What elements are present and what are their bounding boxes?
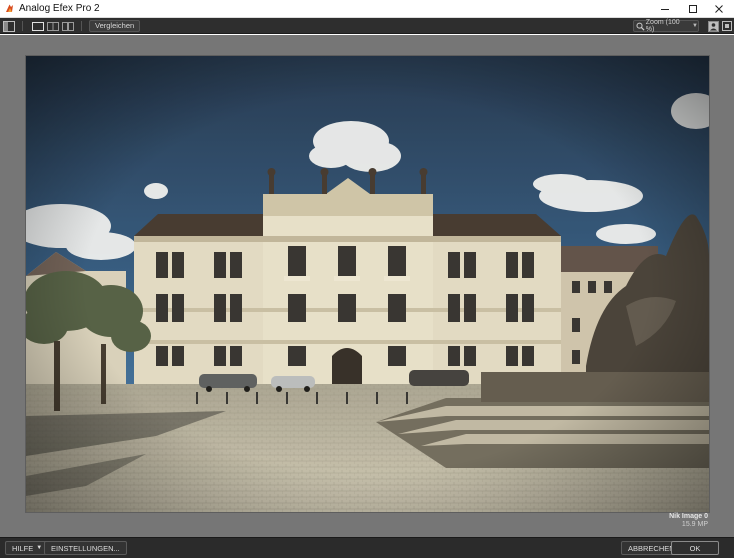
zoom-dropdown[interactable]: Zoom (100 %) ▼ (633, 19, 699, 33)
ok-button[interactable]: OK (671, 541, 719, 555)
compare-button[interactable]: Vergleichen (89, 20, 141, 32)
zoom-icon (636, 22, 645, 31)
chevron-down-icon: ▼ (692, 23, 698, 29)
minimize-button[interactable] (652, 0, 678, 18)
zoom-label: Zoom (100 %) (645, 19, 680, 33)
image-size-label: 15.9 MP (681, 521, 708, 528)
image-preview[interactable] (26, 56, 709, 512)
maximize-button[interactable] (680, 0, 706, 18)
window-title: Analog Efex Pro 2 (19, 3, 100, 14)
side-by-side-view-icon (61, 21, 74, 31)
help-button[interactable]: HILFE ▼ (5, 541, 50, 555)
history-button[interactable] (707, 20, 719, 32)
sidebar-toggle-icon (3, 20, 15, 32)
bottom-bar: HILFE ▼ EINSTELLUNGEN... ABBRECHEN OK (0, 537, 734, 558)
split-view-button[interactable] (46, 20, 59, 32)
toolbar-divider (81, 21, 82, 31)
toolbar: Vergleichen Zoom (100 %) ▼ (0, 18, 734, 34)
fullscreen-icon (721, 21, 732, 31)
chevron-down-icon: ▼ (36, 545, 43, 551)
sidebar-toggle-button[interactable] (3, 20, 15, 32)
photo-baroque-palace (26, 56, 709, 512)
side-by-side-view-button[interactable] (61, 20, 74, 32)
preview-canvas: Nik Image 0 15.9 MP (0, 35, 734, 537)
single-view-button[interactable] (31, 20, 44, 32)
split-view-icon (46, 21, 59, 31)
single-view-icon (31, 21, 44, 31)
settings-button[interactable]: EINSTELLUNGEN... (44, 541, 127, 555)
close-icon (715, 5, 723, 13)
close-button[interactable] (706, 0, 732, 18)
minimize-icon (661, 9, 669, 10)
help-label: HILFE (12, 543, 34, 553)
app-logo-icon (6, 4, 13, 12)
title-bar: Analog Efex Pro 2 (0, 0, 734, 18)
history-icon (707, 20, 719, 32)
fullscreen-button[interactable] (721, 20, 732, 32)
maximize-icon (689, 5, 697, 13)
toolbar-divider (22, 21, 23, 31)
image-name-label: Nik Image 0 (669, 513, 708, 520)
